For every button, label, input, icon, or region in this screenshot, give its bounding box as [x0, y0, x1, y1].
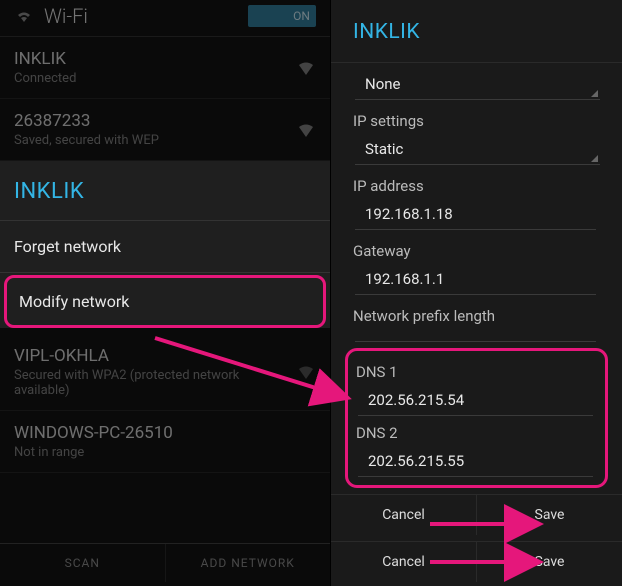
dns1-input[interactable]: 202.56.215.54: [358, 385, 593, 416]
network-item-26387233[interactable]: 26387233 Saved, secured with WEP: [0, 99, 330, 161]
network-item-vipl[interactable]: VIPL-OKHLA Secured with WPA2 (protected …: [0, 330, 330, 411]
dialog-buttons: Cancel Save: [331, 494, 622, 535]
bottom-action-bar: SCAN ADD NETWORK: [0, 543, 330, 582]
dialog-title: INKLIK: [0, 161, 330, 221]
prefix-length-input[interactable]: [355, 329, 596, 342]
dns1-label: DNS 1: [356, 363, 597, 381]
gateway-input[interactable]: 192.168.1.1: [355, 264, 596, 295]
ip-address-label: IP address: [353, 177, 600, 195]
network-status: Not in range: [14, 445, 316, 460]
dialog-buttons-2: Cancel Save: [331, 541, 622, 582]
cancel-button-2[interactable]: Cancel: [331, 542, 477, 582]
signal-icon: [296, 364, 316, 380]
wifi-toggle[interactable]: ON: [248, 5, 316, 27]
signal-icon: [296, 60, 316, 76]
signal-icon: [296, 122, 316, 138]
modify-network-dialog: INKLIK None IP settings Static IP addres…: [330, 0, 622, 586]
proxy-select[interactable]: None: [355, 69, 600, 100]
wifi-title: Wi-Fi: [44, 4, 248, 28]
forget-network-option[interactable]: Forget network: [0, 221, 330, 273]
network-status: Saved, secured with WEP: [14, 133, 296, 148]
network-status: Secured with WPA2 (protected network ava…: [14, 368, 296, 398]
ip-address-input[interactable]: 192.168.1.18: [355, 199, 596, 230]
save-button[interactable]: Save: [477, 495, 622, 535]
save-button-2[interactable]: Save: [477, 542, 622, 582]
network-item-windows[interactable]: WINDOWS-PC-26510 Not in range: [0, 411, 330, 473]
add-network-button[interactable]: ADD NETWORK: [166, 544, 331, 582]
wifi-icon: [14, 8, 34, 24]
modify-network-option[interactable]: Modify network: [4, 275, 326, 328]
dns2-input[interactable]: 202.56.215.55: [358, 446, 593, 477]
dialog-network-title: INKLIK: [331, 0, 622, 63]
gateway-label: Gateway: [353, 242, 600, 260]
ip-settings-select[interactable]: Static: [355, 134, 600, 165]
network-name: VIPL-OKHLA: [14, 346, 296, 366]
dns-highlight-box: DNS 1 202.56.215.54 DNS 2 202.56.215.55: [345, 348, 608, 488]
ip-settings-label: IP settings: [353, 112, 600, 130]
wifi-settings-panel: Wi-Fi ON INKLIK Connected 26387233 Saved…: [0, 0, 330, 586]
wifi-header: Wi-Fi ON: [0, 0, 330, 37]
network-context-dialog: INKLIK Forget network Modify network: [0, 161, 330, 328]
prefix-length-label: Network prefix length: [353, 307, 600, 325]
cancel-button[interactable]: Cancel: [331, 495, 477, 535]
network-name: INKLIK: [14, 49, 296, 69]
scan-button[interactable]: SCAN: [0, 544, 166, 582]
network-status: Connected: [14, 71, 296, 86]
dns2-label: DNS 2: [356, 424, 597, 442]
network-name: WINDOWS-PC-26510: [14, 423, 316, 443]
network-item-inklik[interactable]: INKLIK Connected: [0, 37, 330, 99]
network-name: 26387233: [14, 111, 296, 131]
